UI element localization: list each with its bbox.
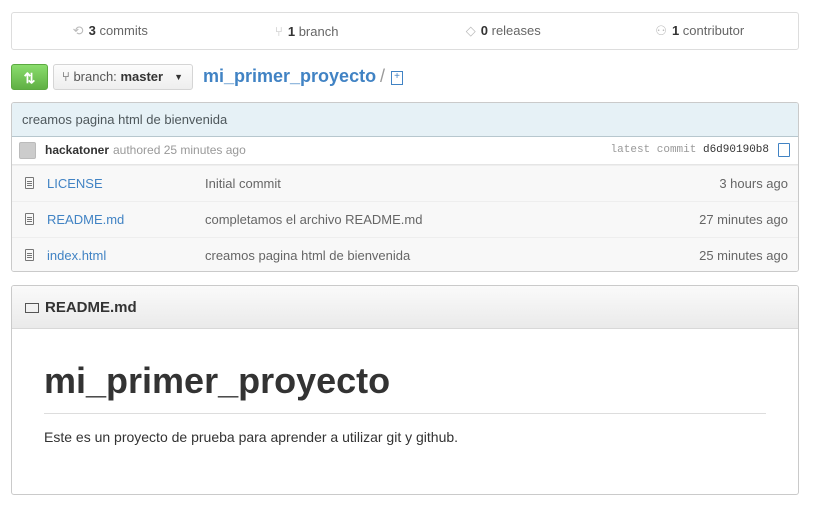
file-name-link[interactable]: LICENSE (47, 166, 103, 201)
readme-paragraph: Este es un proyecto de prueba para apren… (44, 429, 459, 445)
readme-body: mi_primer_proyecto Este es un proyecto d… (12, 357, 798, 445)
contributors-label: contributor (682, 23, 745, 38)
new-file-icon[interactable]: + (391, 71, 403, 85)
file-icon (25, 177, 34, 189)
releases-label: releases (491, 23, 541, 38)
file-name-link[interactable]: README.md (47, 202, 124, 237)
file-row: README.md completamos el archivo README.… (12, 201, 798, 237)
file-icon (25, 213, 34, 225)
commit-author[interactable]: hackatoner (45, 137, 109, 164)
contributors-link[interactable]: ⚇ 1 contributor (602, 23, 799, 39)
branch-selector[interactable]: ⑂ branch: master ▼ (53, 64, 193, 90)
avatar[interactable] (19, 142, 36, 159)
latest-commit-info: latest commit d6d90190b8 (611, 137, 769, 164)
commits-count: 3 (88, 23, 96, 38)
commit-time: authored 25 minutes ago (113, 143, 246, 157)
readme-filename: README.md (45, 299, 137, 316)
commit-meta: hackatoner authored 25 minutes ago lates… (12, 137, 798, 165)
releases-count: 0 (480, 23, 488, 38)
repo-name-link[interactable]: mi_primer_proyecto (203, 66, 376, 87)
file-icon (25, 249, 34, 261)
history-icon: ⟲ (72, 23, 84, 38)
branch-label: branch: (73, 69, 117, 84)
file-row: LICENSE Initial commit 3 hours ago (12, 165, 798, 201)
repo-summary-bar: ⟲ 3 commits ⑂ 1 branch ◇ 0 releases ⚇ 1 cont… (11, 12, 799, 50)
file-browser: creamos pagina html de bienvenida hackat… (11, 102, 799, 272)
releases-link[interactable]: ◇ 0 releases (405, 23, 602, 39)
file-row: index.html creamos pagina html de bienve… (12, 237, 798, 271)
commit-sha[interactable]: d6d90190b8 (703, 144, 769, 156)
commits-link[interactable]: ⟲ 3 commits (12, 23, 209, 39)
contributors-count: 1 (671, 23, 680, 38)
clipboard-icon[interactable] (778, 143, 790, 157)
book-icon (25, 303, 39, 313)
readme-title: mi_primer_proyecto (44, 357, 766, 414)
path-separator: / (380, 66, 386, 86)
organization-icon: ⚇ (655, 23, 667, 38)
latest-commit-message[interactable]: creamos pagina html de bienvenida (12, 103, 798, 137)
tag-icon: ◇ (465, 23, 476, 38)
file-age: 25 minutes ago (699, 248, 788, 263)
repo-toolbar: ⇅ ⑂ branch: master ▼ mi_primer_proyecto … (11, 64, 799, 92)
compare-icon: ⇅ (23, 70, 36, 86)
branch-value: master (120, 69, 164, 84)
file-commit-message[interactable]: creamos pagina html de bienvenida (205, 238, 410, 271)
compare-button[interactable]: ⇅ (11, 64, 48, 90)
file-age: 3 hours ago (719, 176, 788, 191)
branch-icon: ⑂ (62, 69, 70, 84)
latest-commit-label: latest commit (610, 144, 697, 156)
readme-panel: README.md mi_primer_proyecto Este es un … (11, 285, 799, 495)
branches-count: 1 (287, 23, 296, 39)
commits-label: commits (99, 23, 148, 38)
file-age: 27 minutes ago (699, 212, 788, 227)
branches-link[interactable]: ⑂ 1 branch (209, 24, 406, 39)
file-name-link[interactable]: index.html (47, 238, 106, 271)
file-commit-message[interactable]: completamos el archivo README.md (205, 202, 422, 237)
readme-header: README.md (12, 286, 798, 329)
file-commit-message[interactable]: Initial commit (205, 166, 281, 201)
branch-icon: ⑂ (275, 23, 283, 39)
branches-label: branch (298, 23, 339, 39)
chevron-down-icon: ▼ (174, 72, 183, 82)
